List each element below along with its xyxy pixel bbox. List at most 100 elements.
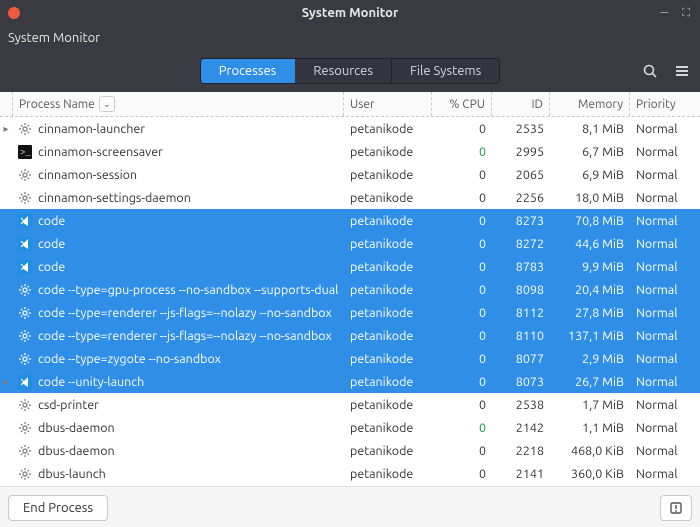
- cell-id: 8073: [492, 375, 550, 389]
- cell-process-name: code: [12, 237, 344, 251]
- cell-cpu: 0: [432, 444, 492, 458]
- cell-priority: Normal: [630, 306, 700, 320]
- cell-user: petanikode: [344, 260, 432, 274]
- cell-user: petanikode: [344, 444, 432, 458]
- terminal-icon: >_: [18, 145, 32, 159]
- process-name-text: code --type=renderer --js-flags=--nolazy…: [38, 329, 332, 343]
- cell-priority: Normal: [630, 467, 700, 481]
- table-row[interactable]: cinnamon-sessionpetanikode020656,9 MiBNo…: [0, 163, 700, 186]
- cell-process-name: code --type=zygote --no-sandbox: [12, 352, 344, 366]
- menu-icon[interactable]: [674, 63, 690, 79]
- process-name-text: cinnamon-session: [38, 168, 137, 182]
- cell-id: 8098: [492, 283, 550, 297]
- process-name-text: code --type=zygote --no-sandbox: [38, 352, 221, 366]
- row-expander-icon[interactable]: ▸: [0, 376, 12, 388]
- maximize-button[interactable]: ⛶: [680, 7, 692, 20]
- process-name-text: code --unity-launch: [38, 375, 144, 389]
- process-list[interactable]: ▸cinnamon-launcherpetanikode025358,1 MiB…: [0, 117, 700, 486]
- cell-id: 8112: [492, 306, 550, 320]
- gear-icon: [18, 168, 32, 182]
- gear-icon: [18, 398, 32, 412]
- col-priority[interactable]: Priority: [630, 92, 700, 116]
- col-name[interactable]: Process Name ⌄: [13, 92, 344, 116]
- svg-text:>_: >_: [20, 148, 31, 158]
- cell-cpu: 0: [432, 145, 492, 159]
- gear-icon: [18, 329, 32, 343]
- gear-icon: [18, 306, 32, 320]
- cell-priority: Normal: [630, 444, 700, 458]
- process-name-text: code --type=renderer --js-flags=--nolazy…: [38, 306, 332, 320]
- col-name-label: Process Name: [19, 98, 95, 111]
- cell-cpu: 0: [432, 375, 492, 389]
- cell-id: 2256: [492, 191, 550, 205]
- cell-cpu: 0: [432, 329, 492, 343]
- gear-icon: [18, 283, 32, 297]
- vscode-icon: [18, 237, 32, 251]
- table-row[interactable]: code --type=renderer --js-flags=--nolazy…: [0, 324, 700, 347]
- cell-priority: Normal: [630, 398, 700, 412]
- cell-process-name: code --type=renderer --js-flags=--nolazy…: [12, 329, 344, 343]
- col-cpu[interactable]: % CPU: [432, 92, 492, 116]
- process-name-text: dbus-daemon: [38, 444, 115, 458]
- col-expander: [0, 92, 13, 116]
- col-id[interactable]: ID: [492, 92, 550, 116]
- cell-cpu: 0: [432, 168, 492, 182]
- tab-resources[interactable]: Resources: [295, 59, 392, 83]
- cell-priority: Normal: [630, 375, 700, 389]
- col-user[interactable]: User: [344, 92, 432, 116]
- cell-priority: Normal: [630, 329, 700, 343]
- table-row[interactable]: cinnamon-settings-daemonpetanikode022561…: [0, 186, 700, 209]
- cell-memory: 137,1 MiB: [550, 329, 630, 343]
- search-icon[interactable]: [642, 63, 658, 79]
- sort-indicator-icon: ⌄: [99, 96, 115, 112]
- cell-process-name: cinnamon-settings-daemon: [12, 191, 344, 205]
- process-name-text: dbus-daemon: [38, 421, 115, 435]
- minimize-button[interactable]: ─: [659, 7, 671, 20]
- cell-user: petanikode: [344, 168, 432, 182]
- gear-icon: [18, 467, 32, 481]
- cell-cpu: 0: [432, 306, 492, 320]
- cell-process-name: code: [12, 214, 344, 228]
- row-expander-icon[interactable]: ▸: [0, 123, 12, 135]
- table-row[interactable]: codepetanikode0827244,6 MiBNormal: [0, 232, 700, 255]
- cell-id: 2218: [492, 444, 550, 458]
- tab-filesystems[interactable]: File Systems: [392, 59, 499, 83]
- cell-memory: 9,9 MiB: [550, 260, 630, 274]
- col-memory[interactable]: Memory: [550, 92, 630, 116]
- close-button[interactable]: [8, 7, 20, 19]
- tab-processes[interactable]: Processes: [201, 59, 296, 83]
- table-row[interactable]: dbus-daemonpetanikode02218468,0 KiBNorma…: [0, 439, 700, 462]
- cell-process-name: csd-printer: [12, 398, 344, 412]
- table-row[interactable]: codepetanikode087839,9 MiBNormal: [0, 255, 700, 278]
- table-row[interactable]: code --type=gpu-process --no-sandbox --s…: [0, 278, 700, 301]
- process-name-text: cinnamon-screensaver: [38, 145, 163, 159]
- cell-priority: Normal: [630, 168, 700, 182]
- cell-priority: Normal: [630, 122, 700, 136]
- table-row[interactable]: ▸code --unity-launchpetanikode0807326,7 …: [0, 370, 700, 393]
- cell-memory: 6,9 MiB: [550, 168, 630, 182]
- cell-process-name: dbus-daemon: [12, 421, 344, 435]
- cell-memory: 18,0 MiB: [550, 191, 630, 205]
- table-row[interactable]: csd-printerpetanikode025381,7 MiBNormal: [0, 393, 700, 416]
- app-menu[interactable]: System Monitor: [8, 31, 100, 45]
- table-row[interactable]: dbus-daemonpetanikode021421,1 MiBNormal: [0, 416, 700, 439]
- cell-priority: Normal: [630, 191, 700, 205]
- cell-user: petanikode: [344, 145, 432, 159]
- table-row[interactable]: codepetanikode0827370,8 MiBNormal: [0, 209, 700, 232]
- cell-memory: 26,7 MiB: [550, 375, 630, 389]
- properties-button[interactable]: [660, 495, 692, 521]
- cell-memory: 360,0 KiB: [550, 467, 630, 481]
- table-row[interactable]: code --type=renderer --js-flags=--nolazy…: [0, 301, 700, 324]
- table-row[interactable]: ▸cinnamon-launcherpetanikode025358,1 MiB…: [0, 117, 700, 140]
- vscode-icon: [18, 260, 32, 274]
- cell-process-name: cinnamon-session: [12, 168, 344, 182]
- table-row[interactable]: dbus-launchpetanikode02141360,0 KiBNorma…: [0, 462, 700, 485]
- gear-icon: [18, 444, 32, 458]
- table-row[interactable]: code --type=zygote --no-sandboxpetanikod…: [0, 347, 700, 370]
- cell-cpu: 0: [432, 283, 492, 297]
- cell-user: petanikode: [344, 237, 432, 251]
- cell-process-name: >_ cinnamon-screensaver: [12, 145, 344, 159]
- cell-id: 2535: [492, 122, 550, 136]
- end-process-button[interactable]: End Process: [8, 495, 108, 521]
- table-row[interactable]: >_cinnamon-screensaverpetanikode029956,7…: [0, 140, 700, 163]
